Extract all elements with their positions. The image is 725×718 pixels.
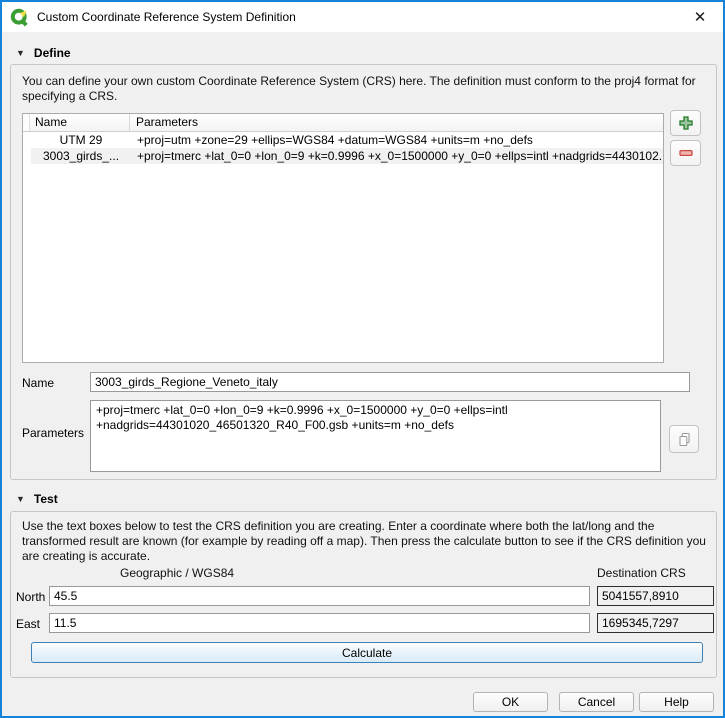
test-section-header[interactable]: ▼ Test (16, 492, 58, 506)
plus-icon (678, 115, 694, 131)
east-label: East (16, 617, 40, 631)
crs-table[interactable]: Name Parameters UTM 29 +proj=utm +zone=2… (22, 113, 664, 363)
table-row[interactable]: UTM 29 +proj=utm +zone=29 +ellips=WGS84 … (23, 132, 663, 148)
cancel-button[interactable]: Cancel (559, 692, 634, 712)
define-description: You can define your own custom Coordinat… (22, 74, 710, 104)
qgis-logo-icon (10, 8, 29, 27)
table-corner (23, 114, 30, 131)
window-title: Custom Coordinate Reference System Defin… (37, 10, 296, 24)
cell-parameters: +proj=utm +zone=29 +ellips=WGS84 +datum=… (131, 132, 663, 148)
column-header-name[interactable]: Name (30, 114, 130, 131)
minus-icon (678, 145, 694, 161)
define-section-label: Define (34, 46, 71, 60)
add-crs-button[interactable] (670, 110, 701, 136)
test-description: Use the text boxes below to test the CRS… (22, 519, 710, 564)
row-gutter (23, 148, 31, 164)
crs-table-header: Name Parameters (23, 114, 663, 132)
remove-crs-button[interactable] (670, 140, 701, 166)
east-input[interactable] (49, 613, 590, 633)
parameters-label: Parameters (22, 426, 84, 440)
geographic-wgs84-label: Geographic / WGS84 (120, 566, 234, 580)
row-gutter (23, 132, 31, 148)
test-section-label: Test (34, 492, 58, 506)
column-header-parameters[interactable]: Parameters (130, 114, 663, 131)
copy-parameters-button[interactable] (669, 425, 699, 453)
name-label: Name (22, 376, 54, 390)
dialog-content: Custom Coordinate Reference System Defin… (2, 2, 723, 716)
north-input[interactable] (49, 586, 590, 606)
custom-crs-dialog: Custom Coordinate Reference System Defin… (0, 0, 725, 718)
destination-crs-label: Destination CRS (597, 566, 686, 580)
cell-name: 3003_girds_... (31, 148, 131, 164)
close-icon[interactable]: ✕ (683, 2, 717, 32)
crs-name-input[interactable] (90, 372, 690, 392)
cell-parameters: +proj=tmerc +lat_0=0 +lon_0=9 +k=0.9996 … (131, 148, 663, 164)
table-row[interactable]: 3003_girds_... +proj=tmerc +lat_0=0 +lon… (23, 148, 663, 164)
help-button[interactable]: Help (639, 692, 714, 712)
east-result: 1695345,7297 (597, 613, 714, 633)
collapse-arrow-icon: ▼ (16, 48, 25, 58)
ok-button[interactable]: OK (473, 692, 548, 712)
define-section-header[interactable]: ▼ Define (16, 46, 71, 60)
crs-parameters-textarea[interactable]: +proj=tmerc +lat_0=0 +lon_0=9 +k=0.9996 … (90, 400, 661, 472)
calculate-button[interactable]: Calculate (31, 642, 703, 663)
north-label: North (16, 590, 45, 604)
title-bar: Custom Coordinate Reference System Defin… (2, 2, 723, 32)
north-result: 5041557,8910 (597, 586, 714, 606)
copy-icon (677, 432, 692, 447)
cell-name: UTM 29 (31, 132, 131, 148)
collapse-arrow-icon: ▼ (16, 494, 25, 504)
